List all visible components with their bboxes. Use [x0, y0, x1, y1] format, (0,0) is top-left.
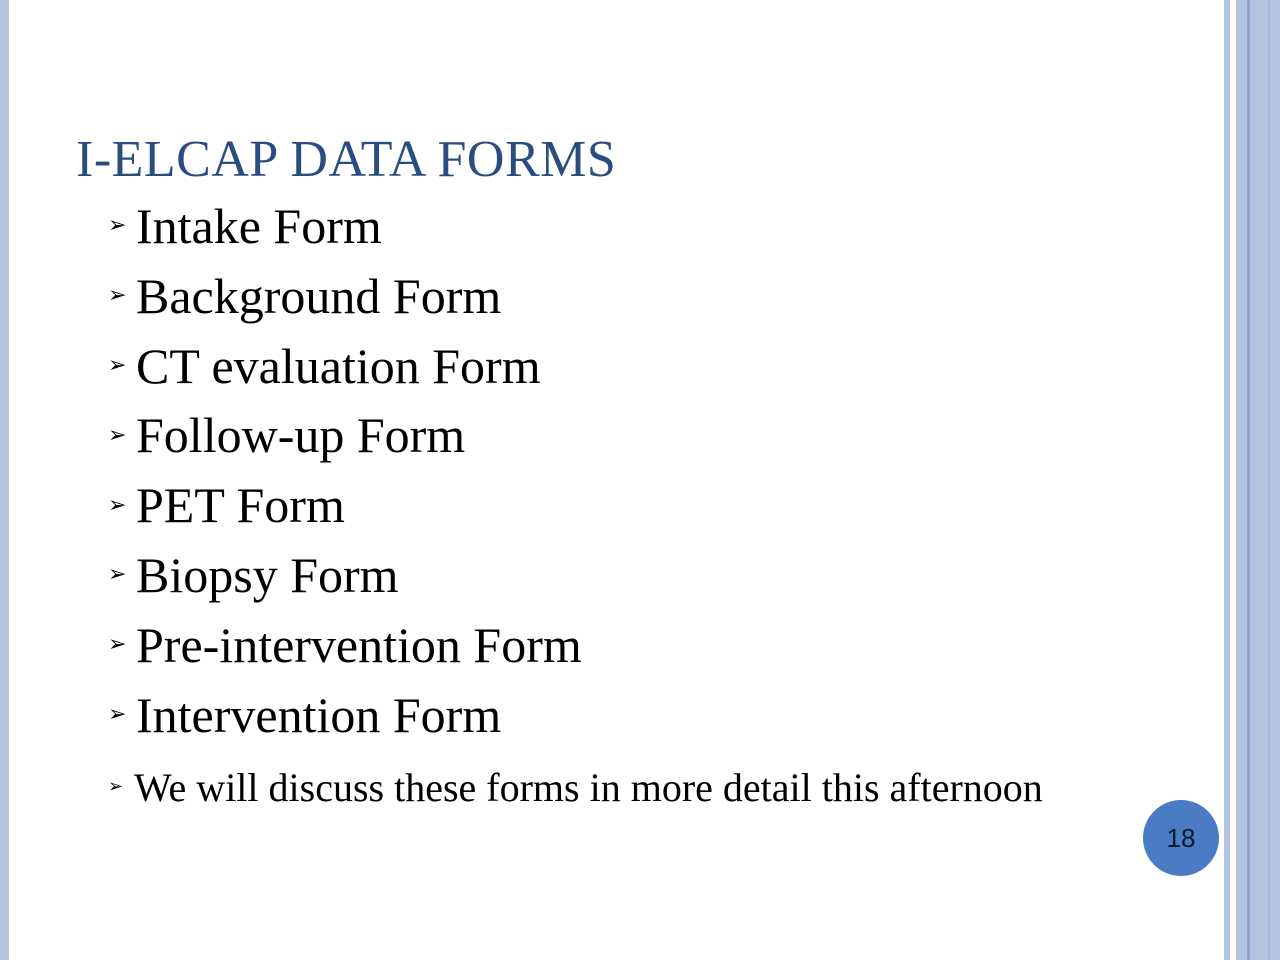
bullet-text: PET Form: [136, 477, 345, 534]
bullet-text: Background Form: [136, 267, 502, 324]
arrow-bullet-icon: ➢: [108, 212, 127, 238]
right-border-thick-decoration: [1236, 0, 1280, 960]
arrow-bullet-icon: ➢: [108, 491, 127, 517]
bullet-text: Biopsy Form: [136, 547, 399, 604]
bullet-text: Follow-up Form: [136, 407, 466, 464]
list-item: ➢ Follow-up Form: [108, 403, 1108, 473]
bullet-text: CT evaluation Form: [136, 337, 541, 394]
list-item: ➢ PET Form: [108, 473, 1108, 543]
right-border-line-decoration: [1247, 0, 1250, 960]
page-number-badge: 18: [1143, 800, 1219, 876]
bullet-text: Pre-intervention Form: [136, 616, 582, 673]
list-item: ➢ CT evaluation Form: [108, 334, 1108, 404]
slide-title: I-ELCAP DATA FORMS: [76, 131, 617, 188]
arrow-bullet-icon: ➢: [108, 421, 127, 447]
bullet-text: Intake Form: [136, 198, 382, 254]
list-item: ➢ Intake Form: [108, 194, 1108, 264]
bullet-text: Intervention Form: [136, 686, 502, 743]
list-item: ➢ Intervention Form: [108, 683, 1108, 753]
bullet-list: ➢ Intake Form ➢ Background Form ➢ CT evalua…: [108, 194, 1108, 814]
list-item: ➢ Biopsy Form: [108, 543, 1108, 613]
arrow-bullet-icon: ➢: [108, 561, 127, 587]
list-item: ➢ Pre-intervention Form: [108, 613, 1108, 683]
page-number: 18: [1166, 822, 1196, 853]
left-border-decoration: [0, 0, 9, 960]
arrow-bullet-icon: ➢: [108, 282, 127, 308]
list-item: ➢ Background Form: [108, 264, 1108, 334]
note-item: ➢ We will discuss these forms in more det…: [108, 765, 1108, 815]
note-text: We will discuss these forms in more deta…: [134, 764, 1043, 810]
right-border-line2-decoration: [1268, 0, 1270, 960]
arrow-bullet-icon: ➢: [108, 776, 124, 797]
arrow-bullet-icon: ➢: [108, 701, 127, 727]
arrow-bullet-icon: ➢: [108, 631, 127, 657]
slide: I-ELCAP DATA FORMS ➢ Intake Form ➢ Backgro…: [0, 0, 1280, 960]
arrow-bullet-icon: ➢: [108, 351, 127, 377]
